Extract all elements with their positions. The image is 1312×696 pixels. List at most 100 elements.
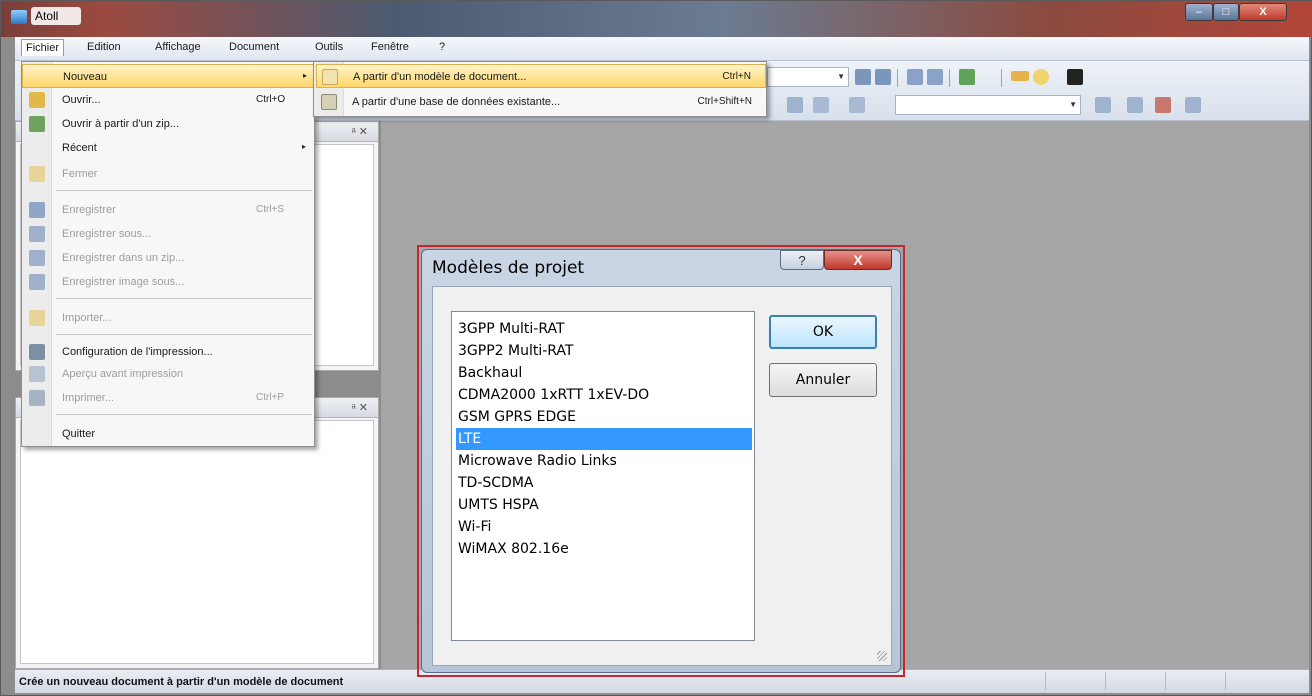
list-item[interactable]: TD-SCDMA [456,472,752,494]
menu-item-recent[interactable]: Récent ▸ [22,136,314,160]
window-title: Atoll [35,9,59,23]
template-icon [322,69,338,85]
menu-item-ouvrir-zip[interactable]: Ouvrir à partir d'un zip... [22,112,314,136]
tool-icon[interactable] [1155,97,1171,113]
comment-icon[interactable] [1033,69,1049,85]
status-cell [1225,672,1305,690]
list-item[interactable]: Wi-Fi [456,516,752,538]
menu-item-label: Aperçu avant impression [62,368,184,380]
menu-fenetre[interactable]: Fenêtre [371,41,409,53]
panel-controls[interactable]: ᵃ ✕ [352,125,368,138]
menu-item-importer[interactable]: Importer... [22,306,314,330]
list-item[interactable]: 3GPP2 Multi-RAT [456,340,752,362]
menu-item-label: Nouveau [63,71,108,83]
dialog-client-area: 3GPP Multi-RAT 3GPP2 Multi-RAT Backhaul … [432,286,892,666]
list-item[interactable]: Microwave Radio Links [456,450,752,472]
open-zip-icon [29,116,45,132]
menu-help[interactable]: ? [439,41,445,53]
resize-grip-icon[interactable] [877,651,887,661]
menu-item-label: Importer... [62,312,112,324]
menu-item-label: Récent [62,142,97,154]
maximize-button[interactable]: □ [1213,3,1239,21]
save-zip-icon [29,250,45,266]
panel-controls[interactable]: ᵃ ✕ [352,401,368,414]
list-item[interactable]: GSM GPRS EDGE [456,406,752,428]
print-icon [29,390,45,406]
menu-item-quitter[interactable]: Quitter [22,422,314,446]
layer-icon[interactable] [959,69,975,85]
tool-icon[interactable] [1095,97,1111,113]
submenu-arrow-icon: ▸ [302,142,307,151]
cancel-button[interactable]: Annuler [769,363,877,397]
status-cell [1165,672,1225,690]
tool-icon[interactable] [813,97,829,113]
ok-button[interactable]: OK [769,315,877,349]
menu-item-label: Imprimer... [62,392,114,404]
zoom-out-icon[interactable] [875,69,891,85]
tool-icon[interactable] [1185,97,1201,113]
project-templates-dialog: Modèles de projet ? X 3GPP Multi-RAT 3GP… [421,249,901,673]
list-item[interactable]: WiMAX 802.16e [456,538,752,560]
menu-document[interactable]: Document [229,41,279,53]
toolbar-separator [1001,69,1002,87]
ruler-icon[interactable] [1011,71,1029,81]
menu-item-shortcut: Ctrl+P [256,392,285,403]
import-icon [29,310,45,326]
menu-separator [56,334,312,335]
menu-item-enregistrer-sous[interactable]: Enregistrer sous... [22,222,314,246]
toolbar-separator [949,69,950,87]
menu-fichier[interactable]: Fichier [21,39,65,56]
tool-icon[interactable] [787,97,803,113]
menu-item-ouvrir[interactable]: Ouvrir... Ctrl+O [22,88,314,112]
dialog-close-button[interactable]: X [824,250,892,270]
print-setup-icon [29,344,45,360]
menu-separator [56,190,312,191]
list-item[interactable]: UMTS HSPA [456,494,752,516]
submenu-item-from-template[interactable]: A partir d'un modèle de document... Ctrl… [316,64,766,88]
menu-item-label: Ouvrir... [62,94,101,106]
menu-item-shortcut: Ctrl+O [256,94,286,105]
menu-item-enregistrer-image[interactable]: Enregistrer image sous... [22,270,314,294]
submenu-item-shortcut: Ctrl+N [722,71,751,82]
status-cell [1105,672,1165,690]
submenu-item-label: A partir d'un modèle de document... [353,71,527,83]
list-item[interactable]: CDMA2000 1xRTT 1xEV-DO [456,384,752,406]
menu-item-label: Quitter [62,428,96,440]
new-submenu: A partir d'un modèle de document... Ctrl… [313,61,767,117]
list-item[interactable]: 3GPP Multi-RAT [456,318,752,340]
tool-icon[interactable] [849,97,865,113]
menu-item-imprimer[interactable]: Imprimer... Ctrl+P [22,386,314,410]
toolbar-combo-1[interactable]: ▼ [767,67,849,87]
submenu-arrow-icon: ▸ [303,71,308,80]
submenu-item-from-database[interactable]: A partir d'une base de données existante… [316,90,766,114]
list-item-selected[interactable]: LTE [456,428,752,450]
minimize-button[interactable]: – [1185,3,1213,21]
save-icon [29,202,45,218]
tool-icon[interactable] [1127,97,1143,113]
menu-item-configuration-impression[interactable]: Configuration de l'impression... [22,340,314,364]
list-item[interactable]: Backhaul [456,362,752,384]
menu-affichage[interactable]: Affichage [155,41,201,53]
menu-item-label: Enregistrer [62,204,116,216]
menu-outils[interactable]: Outils [315,41,343,53]
menu-item-label: Enregistrer image sous... [62,276,185,288]
save-image-icon [29,274,45,290]
find-binoculars-icon[interactable] [1067,69,1083,85]
zoom-area-icon[interactable] [907,69,923,85]
menu-item-enregistrer-zip[interactable]: Enregistrer dans un zip... [22,246,314,270]
menu-item-fermer[interactable]: Fermer [22,162,314,186]
menu-bar: Fichier Edition Affichage Document Outil… [15,37,1309,61]
templates-listbox[interactable]: 3GPP Multi-RAT 3GPP2 Multi-RAT Backhaul … [451,311,755,641]
menu-item-apercu[interactable]: Aperçu avant impression [22,362,314,386]
help-button[interactable]: ? [780,250,824,270]
zoom-in-icon[interactable] [855,69,871,85]
status-cell [1045,672,1105,690]
database-icon [321,94,337,110]
menu-separator [56,298,312,299]
menu-item-nouveau[interactable]: Nouveau ▸ [22,64,314,88]
zoom-previous-icon[interactable] [927,69,943,85]
menu-item-enregistrer[interactable]: Enregistrer Ctrl+S [22,198,314,222]
toolbar-combo-2[interactable]: ▼ [895,95,1081,115]
close-window-button[interactable]: X [1239,3,1287,21]
menu-edition[interactable]: Edition [87,41,121,53]
